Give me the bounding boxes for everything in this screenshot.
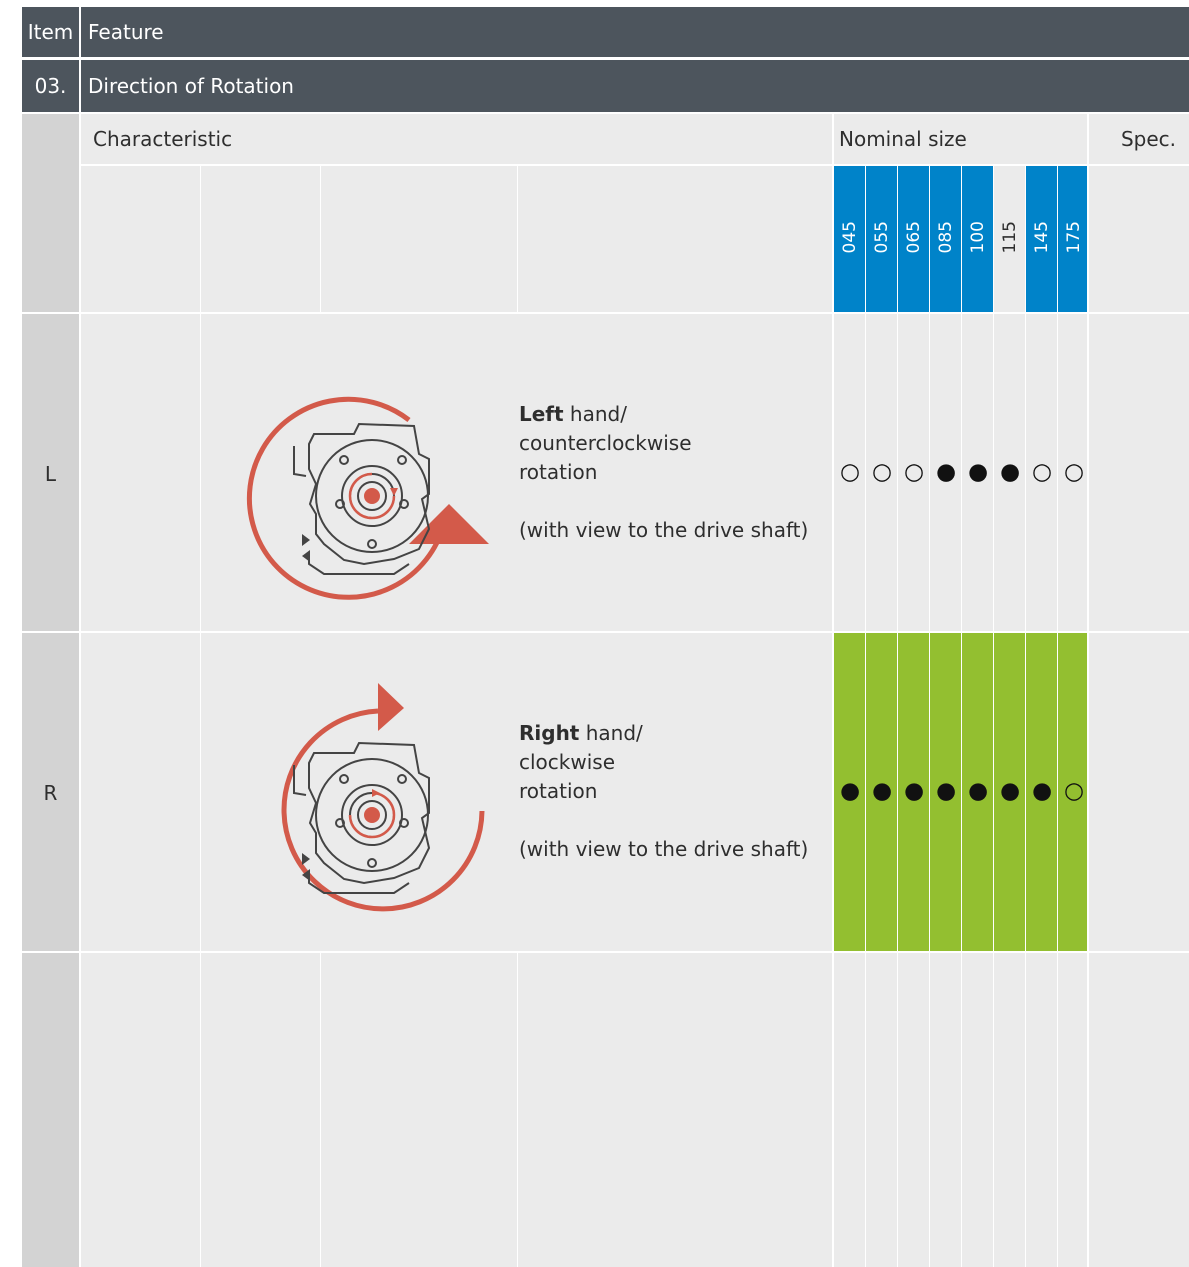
- row-l-line1: hand/: [563, 402, 627, 426]
- row-r-description: Right hand/ clockwise rotation (with vie…: [519, 719, 829, 864]
- row-l-line3: rotation: [519, 460, 598, 484]
- availability-mark: ●: [935, 778, 957, 804]
- availability-mark: ○: [1063, 778, 1085, 804]
- header-feature-label: Feature: [88, 20, 164, 44]
- row-l-code: L: [44, 462, 57, 486]
- row-divider: [22, 631, 79, 633]
- size-label: 065: [904, 221, 924, 254]
- row-l-icon: [244, 364, 514, 604]
- spec-label: Spec.: [1120, 126, 1176, 151]
- col-divider: [1087, 166, 1089, 1267]
- col-divider: [200, 633, 201, 951]
- row-l-availability: ○ ○ ○ ● ● ● ○ ○: [834, 314, 1087, 631]
- characteristic-label: Characteristic: [93, 126, 233, 151]
- row-divider: [22, 951, 79, 953]
- nominal-size-label: Nominal size: [839, 126, 967, 151]
- row-r-note: (with view to the drive shaft): [519, 837, 809, 861]
- row-l-line2: counterclockwise: [519, 431, 692, 455]
- row-l-note: (with view to the drive shaft): [519, 518, 809, 542]
- header-feature-cell: Feature: [81, 7, 1189, 57]
- size-header-cell: 100: [962, 166, 993, 312]
- availability-mark: ●: [935, 459, 957, 485]
- col-divider: [200, 314, 201, 631]
- type-code-table: Item Feature 03. Direction of Rotation C…: [0, 0, 1189, 1267]
- counterclockwise-gearbox-icon: [246, 396, 489, 600]
- header-item-cell: Item: [22, 7, 79, 57]
- row-r-line2: clockwise: [519, 750, 616, 774]
- size-label: 145: [1032, 221, 1052, 254]
- section-number: 03.: [34, 74, 67, 98]
- size-header-cell: 065: [898, 166, 929, 312]
- col-divider: [200, 953, 201, 1267]
- availability-mark: ○: [1031, 459, 1053, 485]
- clockwise-gearbox-icon: [281, 683, 485, 912]
- row-r-bold: Right: [519, 721, 580, 745]
- size-header-cell: 055: [866, 166, 897, 312]
- size-header-cell: 145: [1026, 166, 1057, 312]
- spec-header-cell: Spec.: [1089, 114, 1189, 164]
- header-item-label: Item: [27, 20, 74, 44]
- row-r-code: R: [43, 781, 58, 805]
- size-header-cell: 045: [834, 166, 865, 312]
- size-header-cell: 115: [994, 166, 1025, 312]
- col-divider: [200, 166, 201, 312]
- size-label: 055: [872, 221, 892, 254]
- row-r-line3: rotation: [519, 779, 598, 803]
- size-label: 045: [840, 221, 860, 254]
- size-header-cell: 175: [1058, 166, 1089, 312]
- col-divider: [320, 953, 321, 1267]
- size-label: 175: [1064, 221, 1084, 254]
- availability-mark: ○: [839, 459, 861, 485]
- col-divider: [320, 166, 321, 312]
- availability-mark: ●: [967, 459, 989, 485]
- row-r-line1: hand/: [579, 721, 643, 745]
- col-divider: [517, 166, 518, 312]
- size-header-cell: 085: [930, 166, 961, 312]
- availability-mark: ●: [967, 778, 989, 804]
- availability-mark: ○: [903, 459, 925, 485]
- row-r-icon: [244, 683, 514, 923]
- availability-mark: ○: [1063, 459, 1085, 485]
- size-label: 100: [968, 221, 988, 254]
- section-number-cell: 03.: [22, 60, 79, 112]
- availability-mark: ●: [871, 778, 893, 804]
- availability-mark: ●: [1031, 778, 1053, 804]
- col-divider: [517, 953, 518, 1267]
- row-r-availability: ● ● ● ● ● ● ● ○: [834, 633, 1087, 951]
- row-l-description: Left hand/ counterclockwise rotation (wi…: [519, 400, 829, 545]
- availability-mark: ●: [999, 778, 1021, 804]
- row-l-bold: Left: [519, 402, 564, 426]
- section-title: Direction of Rotation: [88, 74, 294, 98]
- section-title-cell: Direction of Rotation: [81, 60, 1189, 112]
- availability-mark: ○: [871, 459, 893, 485]
- size-label: 115: [1000, 221, 1020, 254]
- availability-mark: ●: [999, 459, 1021, 485]
- availability-mark: ●: [839, 778, 861, 804]
- nominal-size-header-cell: Nominal size: [834, 114, 1087, 164]
- availability-mark: ●: [903, 778, 925, 804]
- row-divider: [22, 312, 79, 314]
- characteristic-header-cell: Characteristic: [81, 114, 832, 164]
- row-divider: [81, 951, 1189, 953]
- size-label: 085: [936, 221, 956, 254]
